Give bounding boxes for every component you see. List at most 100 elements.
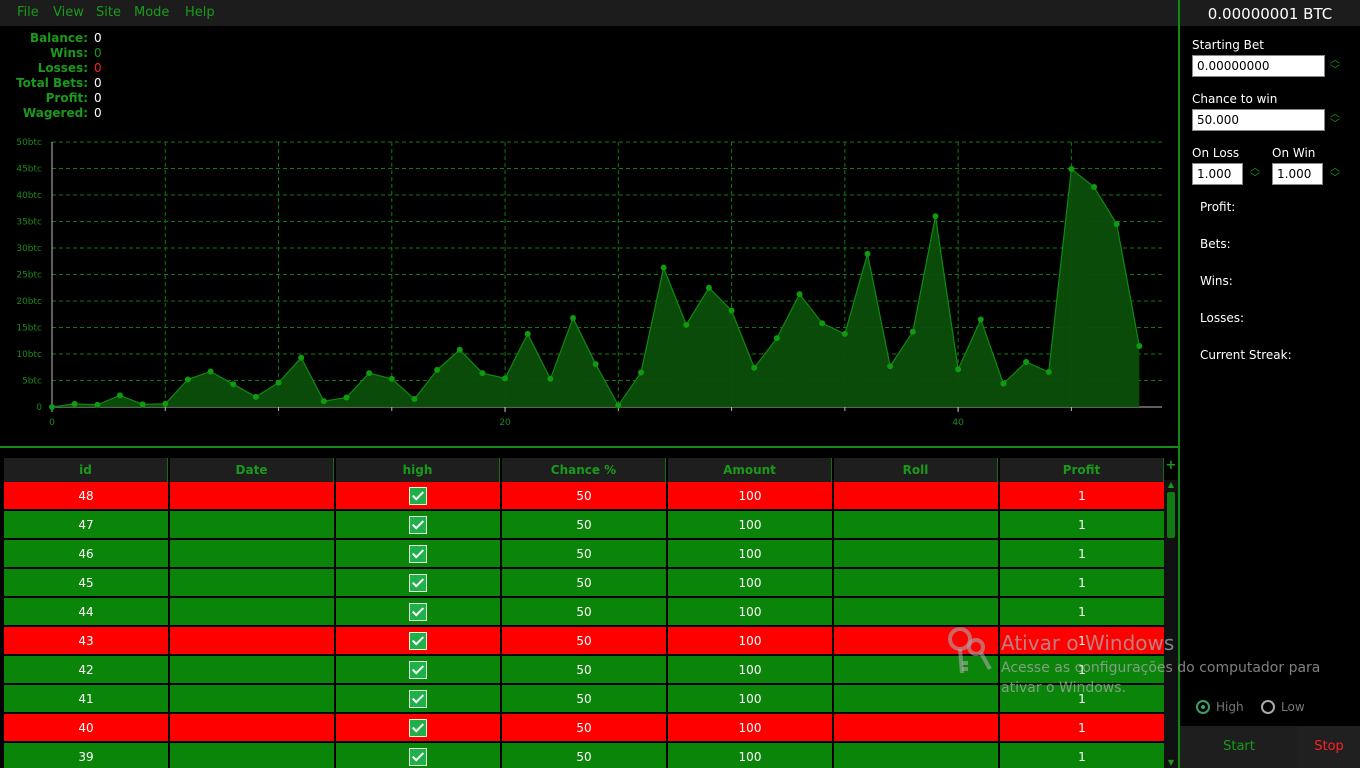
data-point <box>230 381 237 388</box>
stat-profit-label: Profit: <box>45 91 88 105</box>
table-row[interactable]: 47 50 100 1 <box>4 511 1164 540</box>
data-point <box>1091 184 1098 191</box>
scroll-thumb[interactable] <box>1167 492 1175 538</box>
starting-bet-spinner[interactable]: ︿ ﹀ <box>1328 56 1342 78</box>
table-scrollbar[interactable]: ▲ ▼ <box>1164 480 1178 768</box>
scroll-down-icon[interactable]: ▼ <box>1164 758 1178 768</box>
data-point <box>773 335 780 342</box>
chevron-down-icon[interactable]: ﹀ <box>1330 65 1340 76</box>
stat-wins-label: Wins: <box>50 46 88 60</box>
cell-roll <box>834 685 998 714</box>
low-radio-label[interactable]: Low <box>1281 700 1305 714</box>
stat-balance-label: Balance: <box>29 31 88 45</box>
stat-total-bets-label: Total Bets: <box>16 76 88 90</box>
high-checkbox[interactable] <box>409 631 427 650</box>
add-column-button[interactable]: + <box>1164 458 1178 480</box>
column-header-date[interactable]: Date <box>170 458 334 482</box>
start-button[interactable]: Start <box>1180 726 1298 768</box>
chevron-down-icon[interactable]: ﹀ <box>1330 119 1340 130</box>
table-row[interactable]: 40 50 100 1 <box>4 714 1164 743</box>
chance-spinner[interactable]: ︿ ﹀ <box>1328 110 1342 132</box>
table-row[interactable]: 48 50 100 1 <box>4 482 1164 511</box>
on-win-spinner[interactable]: ︿ ﹀ <box>1328 164 1342 186</box>
y-tick-label: 15btc <box>16 324 42 334</box>
table-row[interactable]: 42 50 100 1 <box>4 656 1164 685</box>
cell-amount: 100 <box>668 685 832 714</box>
menu-site[interactable]: Site <box>96 5 121 20</box>
cell-high <box>336 511 500 540</box>
btc-balance: 0.00000001 BTC <box>1180 0 1360 26</box>
stat-total-bets: Total Bets: 0 <box>0 76 200 91</box>
cell-amount: 100 <box>668 627 832 656</box>
scroll-up-icon[interactable]: ▲ <box>1164 480 1178 490</box>
high-checkbox[interactable] <box>409 515 427 534</box>
cell-id: 45 <box>4 569 168 598</box>
on-win-label: On Win <box>1272 146 1316 160</box>
current-streak-label: Current Streak: <box>1200 348 1292 362</box>
starting-bet-input[interactable] <box>1192 55 1325 77</box>
data-point <box>637 369 644 376</box>
data-point <box>1068 166 1075 173</box>
cell-date <box>170 598 334 627</box>
table-row[interactable]: 44 50 100 1 <box>4 598 1164 627</box>
high-checkbox[interactable] <box>409 486 427 505</box>
session-wins-label: Wins: <box>1200 274 1233 288</box>
stat-wagered: Wagered: 0 <box>0 106 200 121</box>
menu-help[interactable]: Help <box>185 5 215 20</box>
cell-id: 42 <box>4 656 168 685</box>
table-header-row: id Date high Chance % Amount Roll Profit <box>4 458 1164 482</box>
stat-total-bets-value: 0 <box>94 76 102 90</box>
low-radio[interactable] <box>1261 700 1275 714</box>
cell-chance: 50 <box>502 714 666 743</box>
cell-roll <box>834 569 998 598</box>
high-checkbox[interactable] <box>409 573 427 592</box>
table-row[interactable]: 45 50 100 1 <box>4 569 1164 598</box>
data-point <box>955 366 962 373</box>
high-checkbox[interactable] <box>409 747 427 766</box>
high-checkbox[interactable] <box>409 602 427 621</box>
cell-chance: 50 <box>502 482 666 511</box>
high-radio[interactable] <box>1196 700 1210 714</box>
y-tick-label: 50btc <box>16 138 42 148</box>
table-row[interactable]: 43 50 100 1 <box>4 627 1164 656</box>
column-header-profit[interactable]: Profit <box>1000 458 1164 482</box>
table-row[interactable]: 39 50 100 1 <box>4 743 1164 768</box>
data-point <box>819 320 826 327</box>
data-point <box>751 364 758 371</box>
settings-sidebar: 0.00000001 BTC Starting Bet ︿﹀ Chance to… <box>1178 0 1360 768</box>
high-checkbox[interactable] <box>409 660 427 679</box>
high-checkbox[interactable] <box>409 689 427 708</box>
stop-button[interactable]: Stop <box>1298 726 1360 768</box>
menu-file[interactable]: File <box>17 5 39 20</box>
on-loss-input[interactable] <box>1192 163 1243 185</box>
menu-mode[interactable]: Mode <box>134 5 169 20</box>
column-header-chance[interactable]: Chance % <box>502 458 666 482</box>
data-point <box>139 401 146 408</box>
column-header-high[interactable]: high <box>336 458 500 482</box>
on-loss-spinner[interactable]: ︿ ﹀ <box>1248 164 1262 186</box>
high-checkbox[interactable] <box>409 544 427 563</box>
on-win-input[interactable] <box>1272 163 1323 185</box>
cell-id: 41 <box>4 685 168 714</box>
menu-view[interactable]: View <box>53 5 84 20</box>
chevron-down-icon[interactable]: ﹀ <box>1330 173 1340 184</box>
cell-amount: 100 <box>668 656 832 685</box>
data-point <box>343 394 350 401</box>
chevron-down-icon[interactable]: ﹀ <box>1250 173 1260 184</box>
cell-amount: 100 <box>668 569 832 598</box>
table-row[interactable]: 46 50 100 1 <box>4 540 1164 569</box>
column-header-roll[interactable]: Roll <box>834 458 998 482</box>
chance-input[interactable] <box>1192 109 1325 131</box>
menu-bar: File View Site Mode Help <box>0 0 1178 26</box>
stat-balance-value: 0 <box>94 31 102 45</box>
column-header-id[interactable]: id <box>4 458 168 482</box>
data-point <box>592 361 599 368</box>
cell-id: 46 <box>4 540 168 569</box>
table-row[interactable]: 41 50 100 1 <box>4 685 1164 714</box>
cell-id: 40 <box>4 714 168 743</box>
high-checkbox[interactable] <box>409 718 427 737</box>
column-header-amount[interactable]: Amount <box>668 458 832 482</box>
cell-roll <box>834 598 998 627</box>
high-radio-label[interactable]: High <box>1216 700 1244 714</box>
cell-high <box>336 685 500 714</box>
